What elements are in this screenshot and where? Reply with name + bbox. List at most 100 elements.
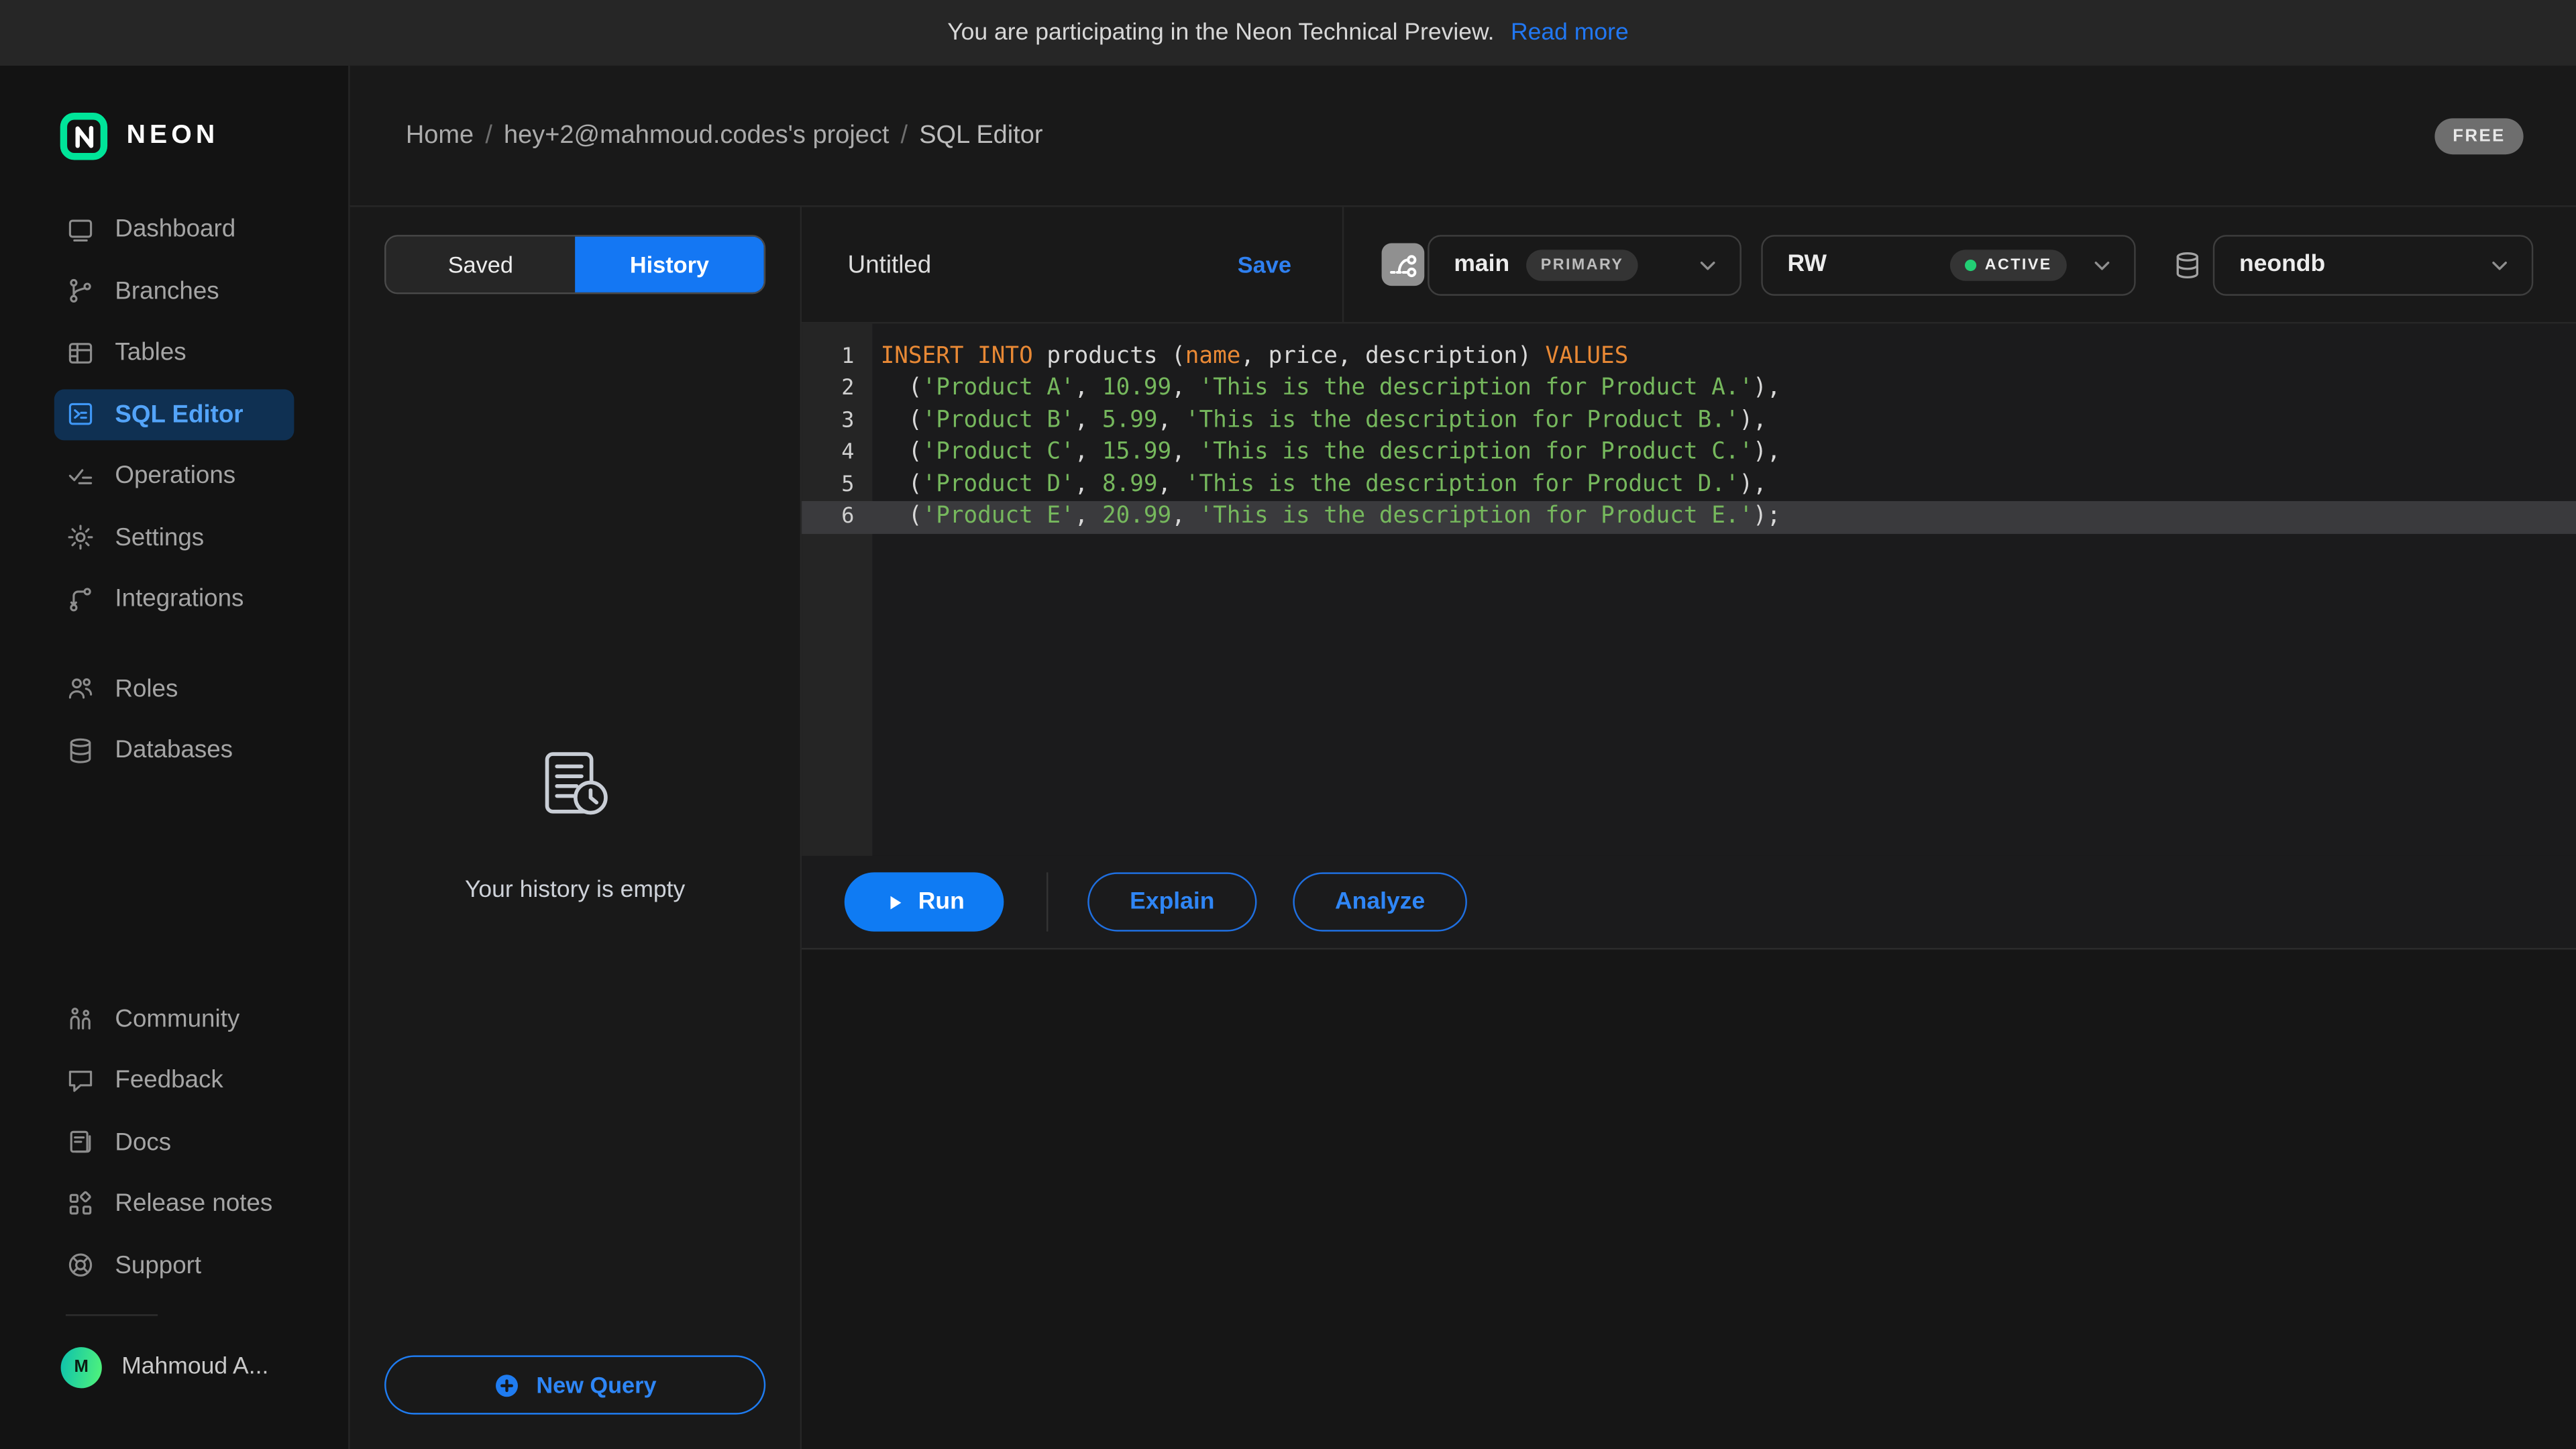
sidebar-item-databases[interactable]: Databases <box>0 720 348 782</box>
code-line-5[interactable]: 5 ('Product D', 8.99, 'This is the descr… <box>802 469 2576 501</box>
history-panel: SavedHistory Your history is empty <box>350 207 802 1449</box>
breadcrumb-home[interactable]: Home <box>406 121 474 150</box>
active-status-dot <box>1965 259 1976 270</box>
sidebar-nav-secondary: Roles Databases <box>0 658 348 782</box>
code-line-1[interactable]: 1INSERT INTO products (name, price, desc… <box>802 341 2576 373</box>
topbar: Home / hey+2@mahmoud.codes's project / S… <box>350 66 2576 207</box>
sql-editor-icon <box>66 400 95 429</box>
user-name: Mahmoud A... <box>121 1354 268 1380</box>
sidebar-item-feedback[interactable]: Feedback <box>0 1050 348 1112</box>
history-empty-state: Your history is empty <box>350 294 800 1355</box>
explain-button[interactable]: Explain <box>1087 872 1256 931</box>
settings-icon <box>66 523 95 552</box>
play-icon <box>883 892 905 913</box>
read-more-link[interactable]: Read more <box>1511 19 1629 46</box>
new-query-label: New Query <box>536 1372 656 1398</box>
code-line-text: INSERT INTO products (name, price, descr… <box>872 341 1628 373</box>
new-query-button[interactable]: New Query <box>384 1355 765 1414</box>
query-actions-bar: Run Explain Analyze <box>802 856 2576 950</box>
sidebar-item-label: SQL Editor <box>115 400 243 429</box>
code-line-text: ('Product D', 8.99, 'This is the descrip… <box>872 469 1766 501</box>
branch-diagram-button[interactable] <box>1382 243 1425 286</box>
sidebar-item-branches[interactable]: Branches <box>0 260 348 322</box>
line-number: 3 <box>802 405 872 437</box>
breadcrumb-separator: / <box>485 121 492 150</box>
sql-editor-panel: Untitled Save <box>802 207 2576 1449</box>
sidebar-item-tables[interactable]: Tables <box>0 322 348 384</box>
active-badge-label: ACTIVE <box>1985 256 2052 274</box>
sidebar-item-operations[interactable]: Operations <box>0 445 348 507</box>
active-badge: ACTIVE <box>1950 249 2066 280</box>
database-select[interactable]: neondb <box>2213 234 2534 295</box>
sidebar-item-docs[interactable]: Docs <box>0 1112 348 1173</box>
sidebar-nav-footer: Community Feedback Docs Release notes Suppor… <box>0 988 348 1296</box>
tables-icon <box>66 338 95 368</box>
code-line-4[interactable]: 4 ('Product C', 15.99, 'This is the desc… <box>802 437 2576 469</box>
plus-circle-icon <box>494 1371 522 1399</box>
code-line-text: ('Product B', 5.99, 'This is the descrip… <box>872 405 1766 437</box>
code-line-6[interactable]: 6 ('Product E', 20.99, 'This is the desc… <box>802 501 2576 533</box>
sidebar-item-settings[interactable]: Settings <box>0 507 348 569</box>
integrations-icon <box>66 584 95 614</box>
breadcrumb: Home / hey+2@mahmoud.codes's project / S… <box>406 121 1043 150</box>
history-empty-text: Your history is empty <box>465 877 685 904</box>
neon-console: You are participating in the Neon Techni… <box>0 0 2576 1449</box>
query-title[interactable]: Untitled <box>848 250 932 278</box>
sidebar-item-label: Docs <box>115 1128 171 1157</box>
branch-icon <box>1387 249 1419 280</box>
branch-select[interactable]: main PRIMARY <box>1428 234 1741 295</box>
banner-text: You are participating in the Neon Techni… <box>947 19 1494 46</box>
databases-icon <box>66 736 95 765</box>
sidebar-item-label: Operations <box>115 462 235 490</box>
neon-logo[interactable]: NEON <box>59 109 348 164</box>
breadcrumb-separator: / <box>901 121 908 150</box>
sidebar-spacer <box>0 781 348 988</box>
operations-icon <box>66 462 95 491</box>
tab-history[interactable]: History <box>575 237 764 292</box>
compute-select[interactable]: RW ACTIVE <box>1761 234 2135 295</box>
actions-divider <box>1046 872 1048 931</box>
tech-preview-banner: You are participating in the Neon Techni… <box>0 0 2576 66</box>
sidebar-item-community[interactable]: Community <box>0 988 348 1050</box>
sidebar-item-integrations[interactable]: Integrations <box>0 568 348 630</box>
sidebar: NEON Dashboard Branches Tables SQL Editor Op… <box>0 66 350 1449</box>
code-editor[interactable]: 1INSERT INTO products (name, price, desc… <box>802 323 2576 855</box>
sidebar-item-sql-editor[interactable]: SQL Editor <box>54 388 294 440</box>
sidebar-item-release-notes[interactable]: Release notes <box>0 1173 348 1235</box>
analyze-button[interactable]: Analyze <box>1293 872 1467 931</box>
avatar: M <box>61 1346 102 1387</box>
sidebar-item-label: Support <box>115 1252 201 1280</box>
user-menu[interactable]: M Mahmoud A... <box>61 1326 349 1407</box>
code-line-3[interactable]: 3 ('Product B', 5.99, 'This is the descr… <box>802 405 2576 437</box>
breadcrumb-project[interactable]: hey+2@mahmoud.codes's project <box>504 121 889 150</box>
sidebar-item-roles[interactable]: Roles <box>0 658 348 720</box>
code-rows: 1INSERT INTO products (name, price, desc… <box>802 341 2576 533</box>
branch-name: main <box>1454 252 1509 278</box>
primary-badge: PRIMARY <box>1526 249 1639 280</box>
sidebar-nav-main: Dashboard Branches Tables SQL Editor Operati… <box>0 199 348 630</box>
line-number: 4 <box>802 437 872 469</box>
chevron-down-icon <box>1695 252 1720 277</box>
sidebar-item-dashboard[interactable]: Dashboard <box>0 199 348 260</box>
compute-name: RW <box>1787 252 1827 278</box>
editor-header: Untitled Save <box>802 207 2576 324</box>
line-number: 6 <box>802 501 872 533</box>
sidebar-item-support[interactable]: Support <box>0 1234 348 1296</box>
code-line-2[interactable]: 2 ('Product A', 10.99, 'This is the desc… <box>802 373 2576 405</box>
tab-saved[interactable]: Saved <box>386 237 576 292</box>
sidebar-item-label: Branches <box>115 277 219 305</box>
sidebar-item-label: Tables <box>115 339 186 367</box>
support-icon <box>66 1250 95 1280</box>
sidebar-item-label: Feedback <box>115 1067 223 1095</box>
chevron-down-icon <box>2090 252 2114 277</box>
save-button[interactable]: Save <box>1238 252 1291 278</box>
branches-icon <box>66 276 95 306</box>
sidebar-item-label: Roles <box>115 675 178 703</box>
line-number: 5 <box>802 469 872 501</box>
run-button[interactable]: Run <box>845 872 1004 931</box>
sidebar-divider <box>66 1314 158 1316</box>
database-name: neondb <box>2239 252 2325 278</box>
plan-badge: FREE <box>2434 117 2523 154</box>
results-panel <box>802 950 2576 1449</box>
run-label: Run <box>918 889 965 915</box>
